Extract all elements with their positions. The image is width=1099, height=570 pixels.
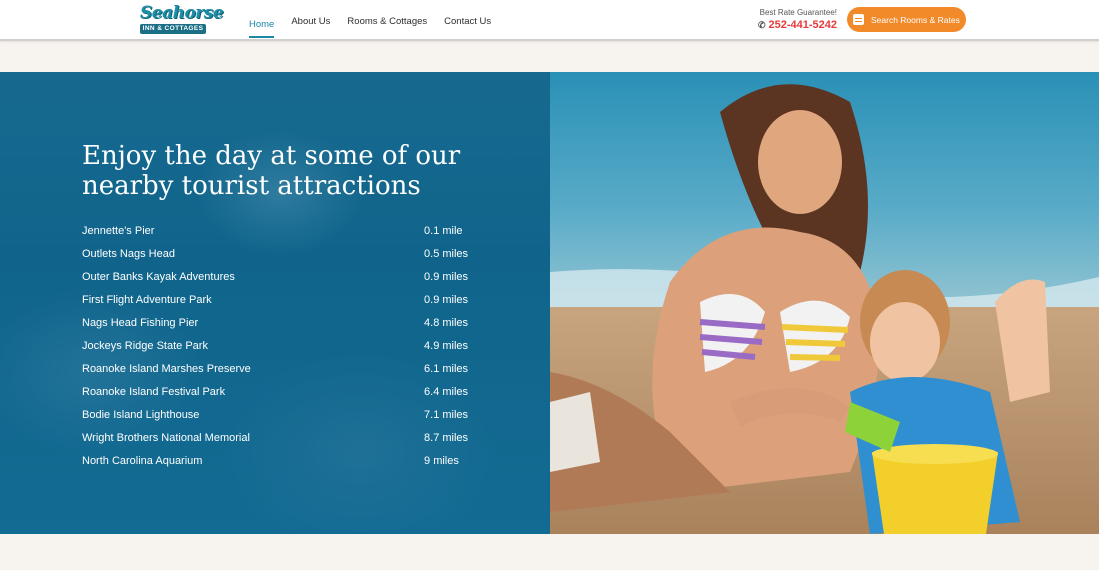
logo[interactable]: Seahorse INN & COTTAGES [140,3,224,38]
attraction-row: Nags Head Fishing Pier 4.8 miles [82,311,482,334]
attraction-name: Nags Head Fishing Pier [82,316,199,329]
attraction-distance: 0.5 miles [424,247,469,260]
attraction-distance: 4.9 miles [424,340,469,353]
site-header: Seahorse INN & COTTAGES Home About Us Ro… [0,0,1099,41]
attraction-name: Roanoke Island Festival Park [82,386,226,399]
attraction-distance: 9 miles [424,455,459,468]
attraction-distance: 4.8 miles [424,316,469,329]
attraction-row: Jennette's Pier 0.1 mile [82,219,482,242]
phone-link[interactable]: ✆ 252-441-5242 [757,17,837,33]
attraction-distance: 6.1 miles [424,363,469,376]
attraction-name: Bodie Island Lighthouse [82,409,200,422]
attraction-name: Outlets Nags Head [82,247,175,260]
search-rooms-button[interactable]: Search Rooms & Rates [847,7,966,32]
beach-photo-illustration [550,72,1099,534]
calendar-icon [853,14,864,25]
main-nav: Home About Us Rooms & Cottages Contact U… [249,0,508,41]
attraction-distance: 8.7 miles [424,432,469,445]
attraction-distance: 0.9 miles [424,270,469,283]
attraction-distance: 0.1 mile [424,224,463,237]
attraction-row: Outer Banks Kayak Adventures 0.9 miles [82,265,482,288]
attraction-distance: 7.1 miles [424,409,469,422]
attraction-name: First Flight Adventure Park [82,293,212,306]
nav-contact-us[interactable]: Contact Us [444,0,491,41]
attraction-row: Outlets Nags Head 0.5 miles [82,242,482,265]
attraction-row: Roanoke Island Marshes Preserve 6.1 miles [82,358,482,381]
nav-home[interactable]: Home [249,3,275,38]
attraction-row: Wright Brothers National Memorial 8.7 mil… [82,427,482,450]
logo-wordmark: Seahorse [140,3,224,23]
attraction-distance: 6.4 miles [424,386,469,399]
rate-guarantee: Best Rate Guarantee! ✆ 252-441-5242 [757,8,837,33]
attraction-row: Bodie Island Lighthouse 7.1 miles [82,404,482,427]
rate-guarantee-label: Best Rate Guarantee! [759,8,837,17]
attraction-name: Wright Brothers National Memorial [82,432,250,445]
phone-number: 252-441-5242 [768,19,837,31]
attractions-hero: Enjoy the day at some of our nearby tour… [0,72,1099,534]
attractions-panel: Enjoy the day at some of our nearby tour… [0,72,550,534]
attraction-row: First Flight Adventure Park 0.9 miles [82,288,482,311]
attraction-name: Outer Banks Kayak Adventures [82,270,235,283]
attraction-distance: 0.9 miles [424,293,469,306]
attraction-name: North Carolina Aquarium [82,455,203,468]
attraction-row: Jockeys Ridge State Park 4.9 miles [82,334,482,357]
beach-photo [550,72,1099,534]
attraction-name: Jennette's Pier [82,224,155,237]
attraction-row: Roanoke Island Festival Park 6.4 miles [82,381,482,404]
logo-subtitle: INN & COTTAGES [140,24,206,34]
attractions-list: Jennette's Pier 0.1 mile Outlets Nags Hea… [82,219,482,473]
nav-rooms-cottages[interactable]: Rooms & Cottages [347,0,427,41]
attraction-name: Jockeys Ridge State Park [82,340,208,353]
nav-about-us[interactable]: About Us [291,0,330,41]
search-rooms-label: Search Rooms & Rates [871,14,960,25]
attraction-name: Roanoke Island Marshes Preserve [82,363,251,376]
attraction-row: North Carolina Aquarium 9 miles [82,450,482,473]
attractions-title: Enjoy the day at some of our nearby tour… [82,141,461,201]
phone-icon: ✆ [757,20,766,30]
